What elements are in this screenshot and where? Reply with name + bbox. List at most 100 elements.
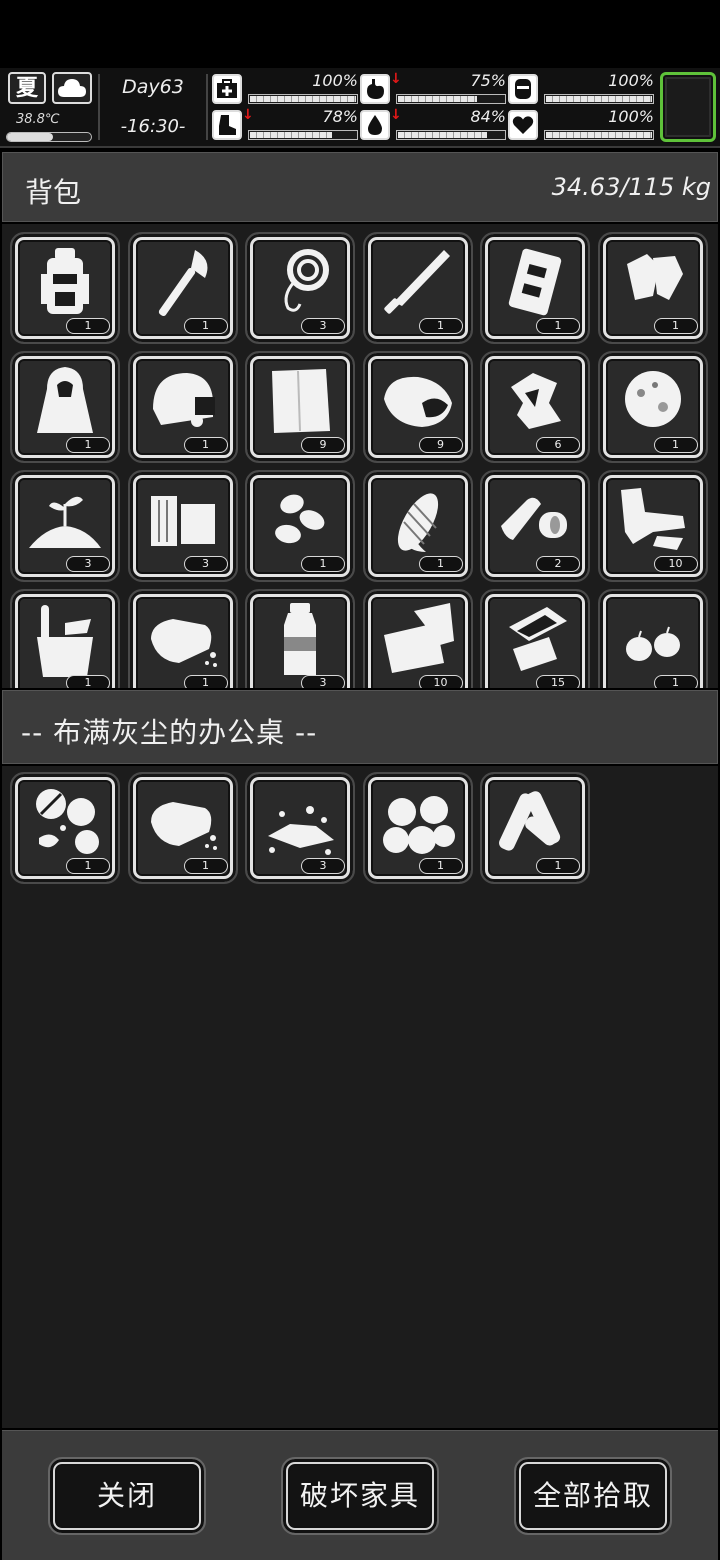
corn-icon xyxy=(377,482,459,558)
stamina-bar-fill xyxy=(250,132,333,138)
item-quantity: 1 xyxy=(536,858,580,874)
vest-icon xyxy=(494,244,576,320)
helmet-icon xyxy=(142,363,224,439)
item-quantity: 1 xyxy=(183,675,228,688)
item-slot[interactable]: 1 xyxy=(480,772,590,884)
mood-percent: 100% xyxy=(608,107,654,126)
bucket-icon xyxy=(24,601,106,677)
item-quantity: 1 xyxy=(653,437,698,453)
item-quantity: 6 xyxy=(536,437,580,453)
bread-icon xyxy=(142,601,224,677)
seedling-soil-icon xyxy=(24,482,106,558)
item-slot[interactable]: 3 xyxy=(127,470,238,582)
medkit-icon xyxy=(212,74,242,104)
item-slot[interactable]: 1 xyxy=(362,232,473,344)
armor-percent: 100% xyxy=(608,71,654,90)
sweet-potato-icon xyxy=(377,363,459,439)
item-quantity: 1 xyxy=(183,318,228,334)
crumbs-icon xyxy=(259,784,341,860)
decrease-arrow-icon: ↓ xyxy=(242,107,254,123)
item-slot[interactable]: 1 xyxy=(597,351,708,463)
item-quantity: 3 xyxy=(301,858,345,874)
chestnuts-icon xyxy=(377,784,459,860)
action-bar: 关闭 破坏家具 全部拾取 xyxy=(2,1430,718,1560)
container-grid[interactable]: 1 1 3 1 1 xyxy=(2,766,718,1428)
scrap-icon xyxy=(494,363,576,439)
item-quantity: 10 xyxy=(418,675,463,688)
system-status-area xyxy=(0,0,720,68)
survival-hud: 夏 38.8℃ Day63 -16:30- 100% ↓ 75% 100% ↓ … xyxy=(0,68,720,148)
item-slot[interactable]: 1 xyxy=(480,232,590,344)
armor-bar xyxy=(544,94,654,104)
stat-health: 100% xyxy=(212,72,358,104)
health-bar-fill xyxy=(250,96,356,102)
thirst-bar-fill xyxy=(398,132,487,138)
item-slot[interactable]: 10 xyxy=(362,589,473,688)
destroy-furniture-button[interactable]: 破坏家具 xyxy=(281,1457,439,1535)
item-slot[interactable]: 1 xyxy=(597,232,708,344)
item-quantity: 10 xyxy=(653,556,698,572)
thermometer-fill xyxy=(7,133,54,141)
thirst-percent: 84% xyxy=(470,107,506,126)
item-slot[interactable]: 1 xyxy=(127,351,238,463)
item-slot[interactable]: 3 xyxy=(10,470,120,582)
axe-icon xyxy=(142,244,224,320)
pills-icon xyxy=(24,784,106,860)
temperature-readout: 38.8℃ xyxy=(16,112,60,127)
rope-icon xyxy=(259,244,341,320)
item-slot[interactable]: 3 xyxy=(245,232,355,344)
item-slot[interactable]: 2 xyxy=(480,470,590,582)
item-slot[interactable]: 10 xyxy=(597,470,708,582)
item-slot[interactable]: 1 xyxy=(245,470,355,582)
stat-armor: 100% xyxy=(508,72,654,104)
item-slot[interactable]: 1 xyxy=(127,589,238,688)
item-slot[interactable]: 3 xyxy=(245,589,355,688)
machete-icon xyxy=(377,244,459,320)
equipped-item-slot[interactable] xyxy=(660,72,716,142)
item-slot[interactable]: 3 xyxy=(245,772,355,884)
item-slot[interactable]: 6 xyxy=(480,351,590,463)
container-header: -- 布满灰尘的办公桌 -- xyxy=(2,690,718,764)
scrolls-icon xyxy=(494,784,576,860)
item-slot[interactable]: 1 xyxy=(10,772,120,884)
backpack-grid[interactable]: 1 1 3 1 1 1 1 1 9 9 6 1 3 3 1 1 2 10 1 1 3 10 15 1 xyxy=(2,224,718,688)
item-slot[interactable]: 15 xyxy=(480,589,590,688)
paper-icon xyxy=(377,601,459,677)
item-quantity: 2 xyxy=(536,556,580,572)
item-slot[interactable]: 1 xyxy=(597,589,708,688)
take-all-button[interactable]: 全部拾取 xyxy=(514,1457,672,1535)
gloves-icon xyxy=(612,244,694,320)
item-quantity: 3 xyxy=(183,556,228,572)
item-slot[interactable]: 1 xyxy=(362,772,473,884)
metal-sheets-icon xyxy=(494,601,576,677)
stamina-percent: 78% xyxy=(322,107,358,126)
item-slot[interactable]: 9 xyxy=(245,351,355,463)
stat-mood: 100% xyxy=(508,108,654,140)
item-quantity: 1 xyxy=(183,437,228,453)
item-quantity: 1 xyxy=(66,318,110,334)
item-slot[interactable]: 1 xyxy=(10,232,120,344)
item-quantity: 15 xyxy=(536,675,580,688)
backpack-weight: 34.63/115 kg xyxy=(551,173,711,201)
item-slot[interactable]: 1 xyxy=(362,470,473,582)
item-slot[interactable]: 1 xyxy=(127,232,238,344)
divider xyxy=(206,74,208,140)
item-slot[interactable]: 1 xyxy=(10,351,120,463)
stat-thirst: ↓ 84% xyxy=(360,108,506,140)
item-slot[interactable]: 1 xyxy=(127,772,238,884)
item-slot[interactable]: 1 xyxy=(10,589,120,688)
season-indicator: 夏 xyxy=(8,72,46,104)
armor-icon xyxy=(508,74,538,104)
decrease-arrow-icon: ↓ xyxy=(390,107,402,123)
item-quantity: 1 xyxy=(536,318,580,334)
decrease-arrow-icon: ↓ xyxy=(390,71,402,87)
health-bar xyxy=(248,94,358,104)
thermometer-bar xyxy=(6,132,92,142)
item-quantity: 9 xyxy=(301,437,345,453)
mood-bar-fill xyxy=(546,132,652,138)
close-button[interactable]: 关闭 xyxy=(48,1457,206,1535)
cloud-icon xyxy=(52,72,92,104)
heart-icon xyxy=(508,110,538,140)
item-slot[interactable]: 9 xyxy=(362,351,473,463)
item-quantity: 1 xyxy=(418,858,463,874)
